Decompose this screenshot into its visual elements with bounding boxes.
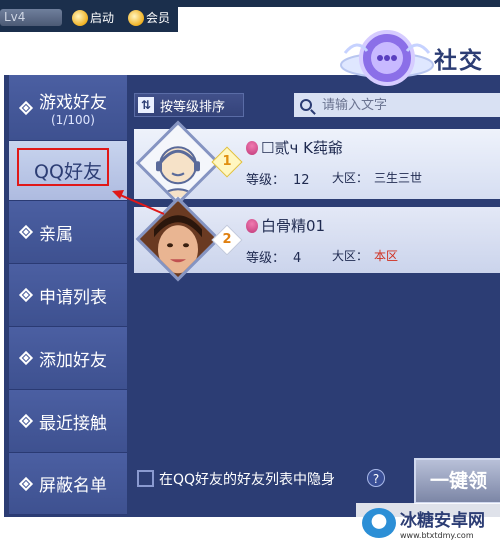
- vip-button[interactable]: 会员: [128, 9, 170, 27]
- watermark-text: 冰糖安卓网: [400, 510, 485, 531]
- sort-by-level-button[interactable]: ⇅ 按等级排序: [134, 93, 244, 117]
- sidebar-item-label: 最近接触: [39, 413, 107, 434]
- friend-name-text: ☐贰ч K莼爺: [261, 139, 343, 157]
- diamond-icon: [18, 287, 34, 303]
- sidebar-item-label: 亲属: [39, 224, 73, 245]
- qq-penguin-icon: [246, 218, 258, 233]
- sidebar-item-game-friends[interactable]: 游戏好友 (1/100): [9, 75, 127, 141]
- diamond-icon: [18, 350, 34, 366]
- sort-icon: ⇅: [138, 97, 154, 113]
- friend-name-text: 白骨精01: [261, 217, 326, 235]
- sidebar-item-blocklist[interactable]: 屏蔽名单: [9, 453, 127, 515]
- sidebar-item-label: 添加好友: [39, 350, 107, 371]
- sidebar-item-label: 屏蔽名单: [39, 476, 107, 496]
- search-box[interactable]: [294, 93, 500, 117]
- start-label: 启动: [90, 11, 115, 25]
- qq-penguin-icon: [246, 140, 258, 155]
- panel-header: 社交: [4, 30, 500, 86]
- one-key-claim-button[interactable]: 一键领: [414, 458, 500, 504]
- hide-in-qq-list-checkbox[interactable]: [137, 470, 154, 487]
- friend-count: (1/100): [51, 113, 95, 127]
- vip-label: 会员: [146, 11, 171, 25]
- sidebar-item-recent[interactable]: 最近接触: [9, 390, 127, 453]
- sidebar: 游戏好友 (1/100) QQ好友 亲属 申请列表 添加好友 最近接触 屏蔽名单: [9, 75, 127, 515]
- search-input[interactable]: [320, 96, 494, 114]
- sidebar-item-requests[interactable]: 申请列表: [9, 264, 127, 327]
- crown-icon: [128, 10, 144, 26]
- sidebar-item-label: 申请列表: [39, 287, 107, 308]
- player-level: Lv4: [0, 9, 62, 26]
- friend-region: 大区： 三生三世: [332, 171, 423, 185]
- watermark-url: www.btxtdmy.com: [400, 530, 474, 540]
- screen: Lv4 启动 会员 社交 游戏好友 (1/100) QQ好友 亲属 申请列表 添…: [0, 0, 500, 542]
- diamond-icon: [18, 100, 34, 115]
- friend-name: 白骨精01: [246, 215, 325, 236]
- diamond-icon: [18, 413, 34, 429]
- friend-region: 大区： 本区: [332, 249, 399, 263]
- highlight-box: [17, 148, 109, 186]
- friend-name: ☐贰ч K莼爺: [246, 137, 343, 158]
- pointer-arrow-icon: [112, 190, 165, 215]
- friend-level: 等级： 12: [246, 173, 310, 188]
- friend-row[interactable]: 1 ☐贰ч K莼爺 等级： 12 大区： 三生三世: [134, 120, 500, 206]
- sidebar-item-label: 游戏好友: [39, 93, 107, 113]
- diamond-icon: [18, 476, 34, 491]
- sidebar-item-add-friend[interactable]: 添加好友: [9, 327, 127, 390]
- hide-in-qq-list-label: 在QQ好友的好友列表中隐身: [159, 472, 336, 488]
- search-icon: [300, 99, 312, 111]
- rocket-icon: [72, 10, 88, 26]
- social-panel: 社交 游戏好友 (1/100) QQ好友 亲属 申请列表 添加好友 最近接触 屏…: [4, 30, 500, 517]
- watermark: 冰糖安卓网 www.btxtdmy.com: [356, 503, 500, 542]
- friend-row[interactable]: 2 白骨精01 等级： 4 大区： 本区: [134, 196, 500, 282]
- friend-level: 等级： 4: [246, 251, 302, 266]
- watermark-logo-icon: [362, 507, 396, 538]
- rank-badge: 2: [211, 224, 243, 256]
- help-icon[interactable]: ?: [367, 469, 385, 487]
- start-button[interactable]: 启动: [72, 9, 114, 27]
- sort-label: 按等级排序: [160, 99, 226, 115]
- diamond-icon: [18, 224, 34, 240]
- panel-title: 社交: [434, 48, 484, 74]
- rank-badge: 1: [211, 146, 243, 178]
